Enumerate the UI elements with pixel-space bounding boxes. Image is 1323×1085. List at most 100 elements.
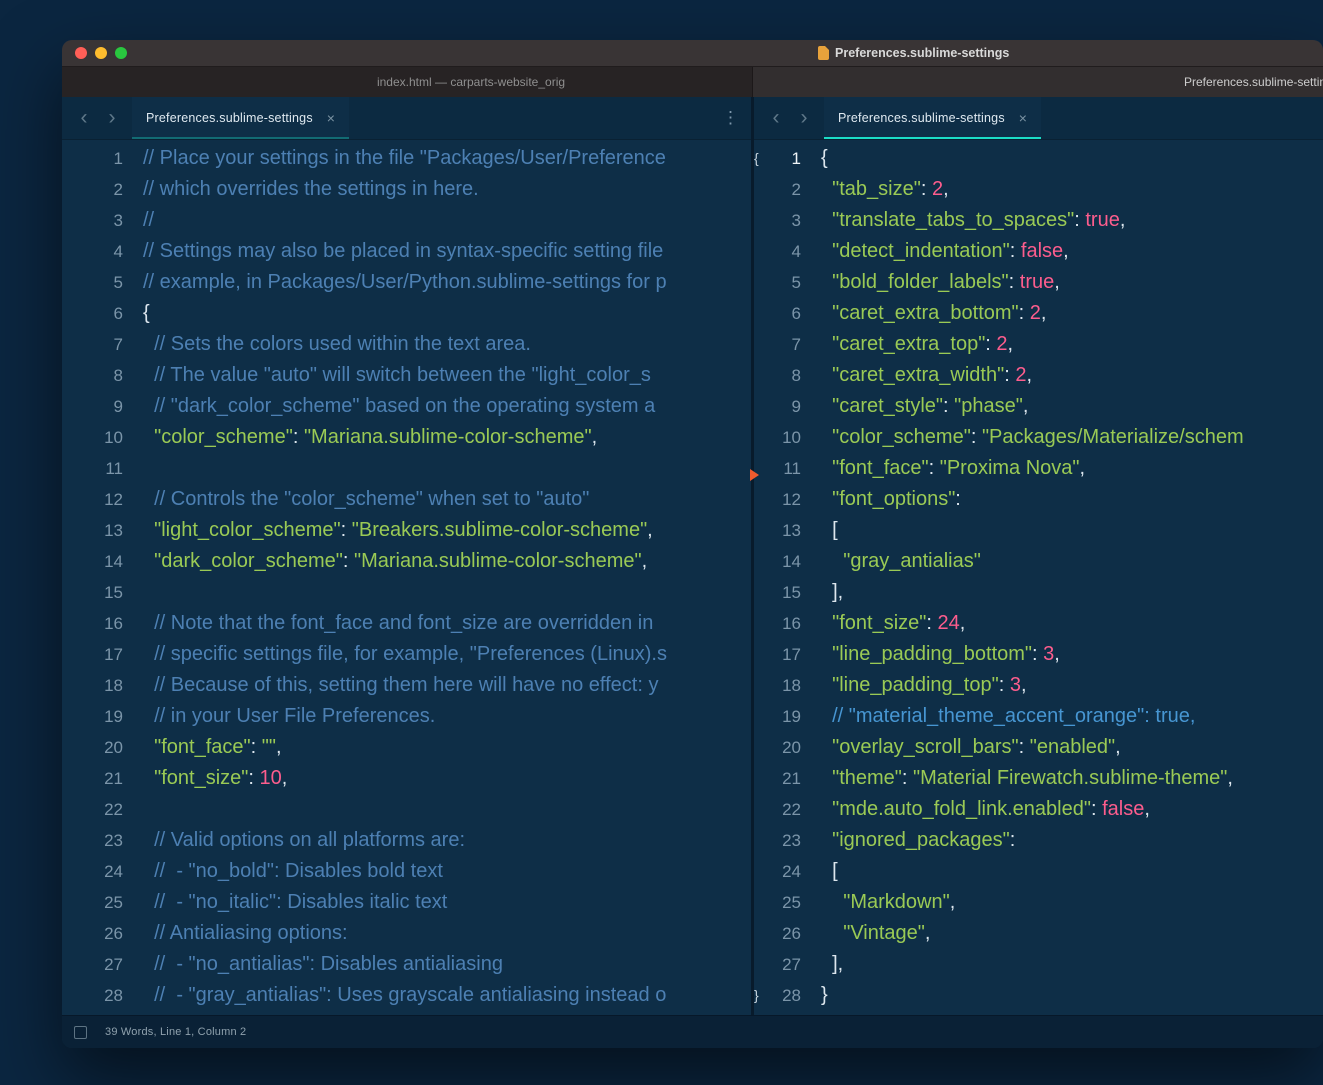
window-tab-preferences[interactable]: Preferences.sublime-settings — [752, 67, 1323, 97]
line-number[interactable]: 11 — [89, 453, 123, 484]
line-number[interactable]: 25 — [89, 887, 123, 918]
code-line[interactable]: 15 — [76, 577, 751, 608]
close-window-button[interactable] — [75, 47, 87, 59]
history-back-icon[interactable]: ‹ — [70, 98, 98, 138]
code-line[interactable]: 9 // "dark_color_scheme" based on the op… — [76, 391, 751, 422]
code-line[interactable]: 7 "caret_extra_top": 2, — [754, 329, 1323, 360]
line-number[interactable]: 9 — [89, 391, 123, 422]
code-line[interactable]: 3// — [76, 205, 751, 236]
code-line[interactable]: 8 // The value "auto" will switch betwee… — [76, 360, 751, 391]
code-line[interactable]: 10 "color_scheme": "Mariana.sublime-colo… — [76, 422, 751, 453]
zoom-window-button[interactable] — [115, 47, 127, 59]
code-line[interactable]: 20 "font_face": "", — [76, 732, 751, 763]
code-line[interactable]: 17 "line_padding_bottom": 3, — [754, 639, 1323, 670]
line-number[interactable]: 8 — [767, 360, 801, 391]
line-number[interactable]: 27 — [767, 949, 801, 980]
line-number[interactable]: 28 — [89, 980, 123, 1011]
code-line[interactable]: 8 "caret_extra_width": 2, — [754, 360, 1323, 391]
code-line[interactable]: 22 "mde.auto_fold_link.enabled": false, — [754, 794, 1323, 825]
code-line[interactable]: 25 "Markdown", — [754, 887, 1323, 918]
line-number[interactable]: 18 — [89, 670, 123, 701]
line-number[interactable]: 26 — [89, 918, 123, 949]
line-number[interactable]: 16 — [767, 608, 801, 639]
code-line[interactable]: 26 "Vintage", — [754, 918, 1323, 949]
code-line[interactable]: 12 "font_options": — [754, 484, 1323, 515]
line-number[interactable]: 21 — [767, 763, 801, 794]
code-line[interactable]: 18 // Because of this, setting them here… — [76, 670, 751, 701]
line-number[interactable]: 22 — [767, 794, 801, 825]
code-line[interactable]: 13 [ — [754, 515, 1323, 546]
tab-preferences-left[interactable]: Preferences.sublime-settings × — [132, 97, 349, 139]
code-line[interactable]: 20 "overlay_scroll_bars": "enabled", — [754, 732, 1323, 763]
line-number[interactable]: 23 — [767, 825, 801, 856]
line-number[interactable]: 10 — [767, 422, 801, 453]
titlebar[interactable]: Preferences.sublime-settings — [62, 40, 1323, 66]
line-number[interactable]: 20 — [89, 732, 123, 763]
code-line[interactable]: 1// Place your settings in the file "Pac… — [76, 143, 751, 174]
tab-close-icon[interactable]: × — [1019, 110, 1027, 126]
code-line[interactable]: 22 — [76, 794, 751, 825]
code-line[interactable]: 14 "dark_color_scheme": "Mariana.sublime… — [76, 546, 751, 577]
line-number[interactable]: 13 — [767, 515, 801, 546]
code-line[interactable]: 9 "caret_style": "phase", — [754, 391, 1323, 422]
code-line[interactable]: 11 — [76, 453, 751, 484]
code-line[interactable]: 14 "gray_antialias" — [754, 546, 1323, 577]
code-line[interactable]: 24 // - "no_bold": Disables bold text — [76, 856, 751, 887]
code-line[interactable]: 23 "ignored_packages": — [754, 825, 1323, 856]
code-line[interactable]: 4 "detect_indentation": false, — [754, 236, 1323, 267]
code-line[interactable]: 13 "light_color_scheme": "Breakers.subli… — [76, 515, 751, 546]
code-line[interactable]: 19 // in your User File Preferences. — [76, 701, 751, 732]
window-tab-index-html[interactable]: index.html — carparts-website_orig — [62, 67, 752, 97]
line-number[interactable]: 10 — [89, 422, 123, 453]
line-number[interactable]: 8 — [89, 360, 123, 391]
code-line[interactable]: 5 "bold_folder_labels": true, — [754, 267, 1323, 298]
line-number[interactable]: 1 — [767, 143, 801, 174]
line-number[interactable]: 22 — [89, 794, 123, 825]
code-line[interactable]: 21 "theme": "Material Firewatch.sublime-… — [754, 763, 1323, 794]
code-line[interactable]: 10 "color_scheme": "Packages/Materialize… — [754, 422, 1323, 453]
line-number[interactable]: 17 — [89, 639, 123, 670]
code-line[interactable]: 2// which overrides the settings in here… — [76, 174, 751, 205]
line-number[interactable]: 4 — [89, 236, 123, 267]
code-line[interactable]: 16 "font_size": 24, — [754, 608, 1323, 639]
code-line[interactable]: 21 "font_size": 10, — [76, 763, 751, 794]
line-number[interactable]: 21 — [89, 763, 123, 794]
code-line[interactable]: 3 "translate_tabs_to_spaces": true, — [754, 205, 1323, 236]
line-number[interactable]: 28 — [767, 980, 801, 1011]
code-line[interactable]: 19 // "material_theme_accent_orange": tr… — [754, 701, 1323, 732]
line-number[interactable]: 15 — [767, 577, 801, 608]
line-number[interactable]: 15 — [89, 577, 123, 608]
tab-preferences-right[interactable]: Preferences.sublime-settings × — [824, 97, 1041, 139]
line-number[interactable]: 24 — [89, 856, 123, 887]
line-number[interactable]: 9 — [767, 391, 801, 422]
code-line[interactable]: 5// example, in Packages/User/Python.sub… — [76, 267, 751, 298]
line-number[interactable]: 6 — [89, 298, 123, 329]
line-number[interactable]: 14 — [767, 546, 801, 577]
code-line[interactable]: 7 // Sets the colors used within the tex… — [76, 329, 751, 360]
line-number[interactable]: 14 — [89, 546, 123, 577]
line-number[interactable]: 19 — [767, 701, 801, 732]
line-number[interactable]: 7 — [767, 329, 801, 360]
line-number[interactable]: 19 — [89, 701, 123, 732]
line-number[interactable]: 5 — [767, 267, 801, 298]
vintage-mode-icon[interactable] — [74, 1026, 87, 1039]
code-line[interactable]: 6{ — [76, 298, 751, 329]
line-number[interactable]: 2 — [89, 174, 123, 205]
line-number[interactable]: 12 — [89, 484, 123, 515]
code-line[interactable]: 25 // - "no_italic": Disables italic tex… — [76, 887, 751, 918]
code-line[interactable]: 12 // Controls the "color_scheme" when s… — [76, 484, 751, 515]
line-number[interactable]: 24 — [767, 856, 801, 887]
line-number[interactable]: 27 — [89, 949, 123, 980]
line-number[interactable]: 16 — [89, 608, 123, 639]
code-line[interactable]: 24 [ — [754, 856, 1323, 887]
left-code-area[interactable]: 1// Place your settings in the file "Pac… — [62, 140, 751, 1015]
code-line[interactable]: 6 "caret_extra_bottom": 2, — [754, 298, 1323, 329]
history-forward-icon[interactable]: › — [790, 98, 818, 138]
code-line[interactable]: 17 // specific settings file, for exampl… — [76, 639, 751, 670]
overflow-menu-icon[interactable]: ⋮ — [722, 108, 739, 128]
code-line[interactable]: 26 // Antialiasing options: — [76, 918, 751, 949]
tab-close-icon[interactable]: × — [327, 110, 335, 126]
line-number[interactable]: 5 — [89, 267, 123, 298]
code-line[interactable]: 15 ], — [754, 577, 1323, 608]
line-number[interactable]: 26 — [767, 918, 801, 949]
